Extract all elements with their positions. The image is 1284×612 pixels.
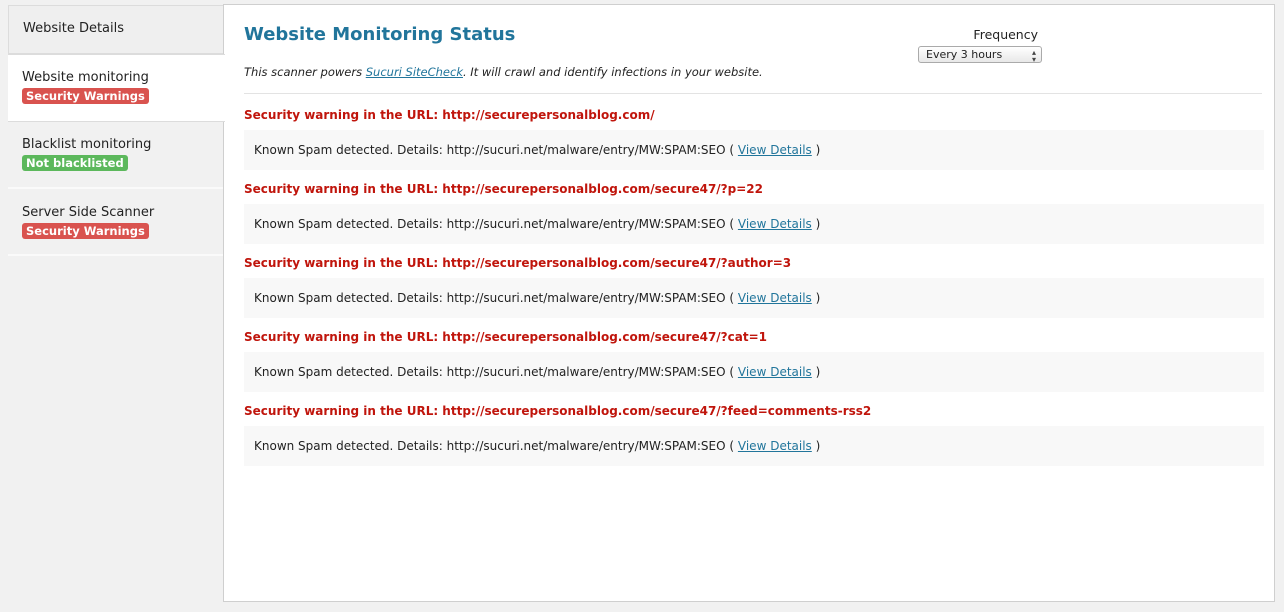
- warning-item: Security warning in the URL: http://secu…: [244, 404, 1264, 466]
- status-badge: Security Warnings: [22, 223, 149, 239]
- tab-label: Website Details: [23, 21, 125, 36]
- tab-website-details[interactable]: Website Details: [8, 5, 224, 54]
- scanner-description: This scanner powers Sucuri SiteCheck. It…: [244, 65, 763, 79]
- status-badge: Not blacklisted: [22, 155, 128, 171]
- tab-label: Server Side Scanner: [22, 205, 155, 220]
- warning-title: Security warning in the URL: http://secu…: [244, 330, 767, 344]
- warning-detail: Known Spam detected. Details: http://suc…: [244, 204, 1264, 244]
- main-panel: Website Monitoring Status Frequency Ever…: [223, 4, 1275, 602]
- tab-label: Blacklist monitoring: [22, 137, 152, 152]
- warning-title: Security warning in the URL: http://secu…: [244, 404, 872, 418]
- warning-detail: Known Spam detected. Details: http://suc…: [244, 426, 1264, 466]
- warning-detail: Known Spam detected. Details: http://suc…: [244, 130, 1264, 170]
- desc-suffix: . It will crawl and identify infections …: [462, 65, 763, 79]
- warning-title: Security warning in the URL: http://secu…: [244, 108, 655, 122]
- warning-detail-text: Known Spam detected. Details: http://suc…: [254, 143, 735, 157]
- tab-label: Website monitoring: [22, 70, 149, 85]
- frequency-label: Frequency: [973, 27, 1038, 42]
- view-details-link[interactable]: View Details: [738, 217, 812, 231]
- warning-detail-text: Known Spam detected. Details: http://suc…: [254, 365, 735, 379]
- warning-item: Security warning in the URL: http://secu…: [244, 256, 1264, 318]
- warning-detail-close: ): [815, 143, 821, 157]
- frequency-value: Every 3 hours: [926, 48, 1003, 61]
- tab-server-side-scanner[interactable]: Server Side Scanner Security Warnings: [8, 189, 224, 256]
- warning-detail-text: Known Spam detected. Details: http://suc…: [254, 217, 735, 231]
- tab-website-monitoring[interactable]: Website monitoring Security Warnings: [8, 54, 225, 122]
- divider: [244, 93, 1262, 94]
- status-badge: Security Warnings: [22, 88, 149, 104]
- sucuri-sitecheck-link[interactable]: Sucuri SiteCheck: [366, 65, 463, 79]
- warning-detail-close: ): [815, 365, 821, 379]
- warning-detail-close: ): [815, 217, 821, 231]
- page-title: Website Monitoring Status: [244, 24, 516, 45]
- frequency-select[interactable]: Every 3 hours ▴ ▾: [918, 46, 1042, 64]
- desc-prefix: This scanner powers: [244, 65, 366, 79]
- warning-item: Security warning in the URL: http://secu…: [244, 108, 1264, 170]
- view-details-link[interactable]: View Details: [738, 365, 812, 379]
- view-details-link[interactable]: View Details: [738, 291, 812, 305]
- warning-detail: Known Spam detected. Details: http://suc…: [244, 278, 1264, 318]
- warning-title: Security warning in the URL: http://secu…: [244, 182, 763, 196]
- sidebar: Website Details Website monitoring Secur…: [8, 5, 225, 256]
- warning-item: Security warning in the URL: http://secu…: [244, 182, 1264, 244]
- warning-detail-close: ): [815, 439, 821, 453]
- view-details-link[interactable]: View Details: [738, 143, 812, 157]
- select-arrows-icon: ▴ ▾: [1031, 48, 1036, 64]
- warning-list: Security warning in the URL: http://secu…: [244, 108, 1264, 478]
- warning-detail-text: Known Spam detected. Details: http://suc…: [254, 291, 735, 305]
- warning-item: Security warning in the URL: http://secu…: [244, 330, 1264, 392]
- warning-detail-close: ): [815, 291, 821, 305]
- view-details-link[interactable]: View Details: [738, 439, 812, 453]
- warning-detail: Known Spam detected. Details: http://suc…: [244, 352, 1264, 392]
- tab-blacklist-monitoring[interactable]: Blacklist monitoring Not blacklisted: [8, 122, 224, 189]
- frequency-control: Frequency Every 3 hours ▴ ▾: [918, 27, 1042, 64]
- warning-detail-text: Known Spam detected. Details: http://suc…: [254, 439, 735, 453]
- warning-title: Security warning in the URL: http://secu…: [244, 256, 792, 270]
